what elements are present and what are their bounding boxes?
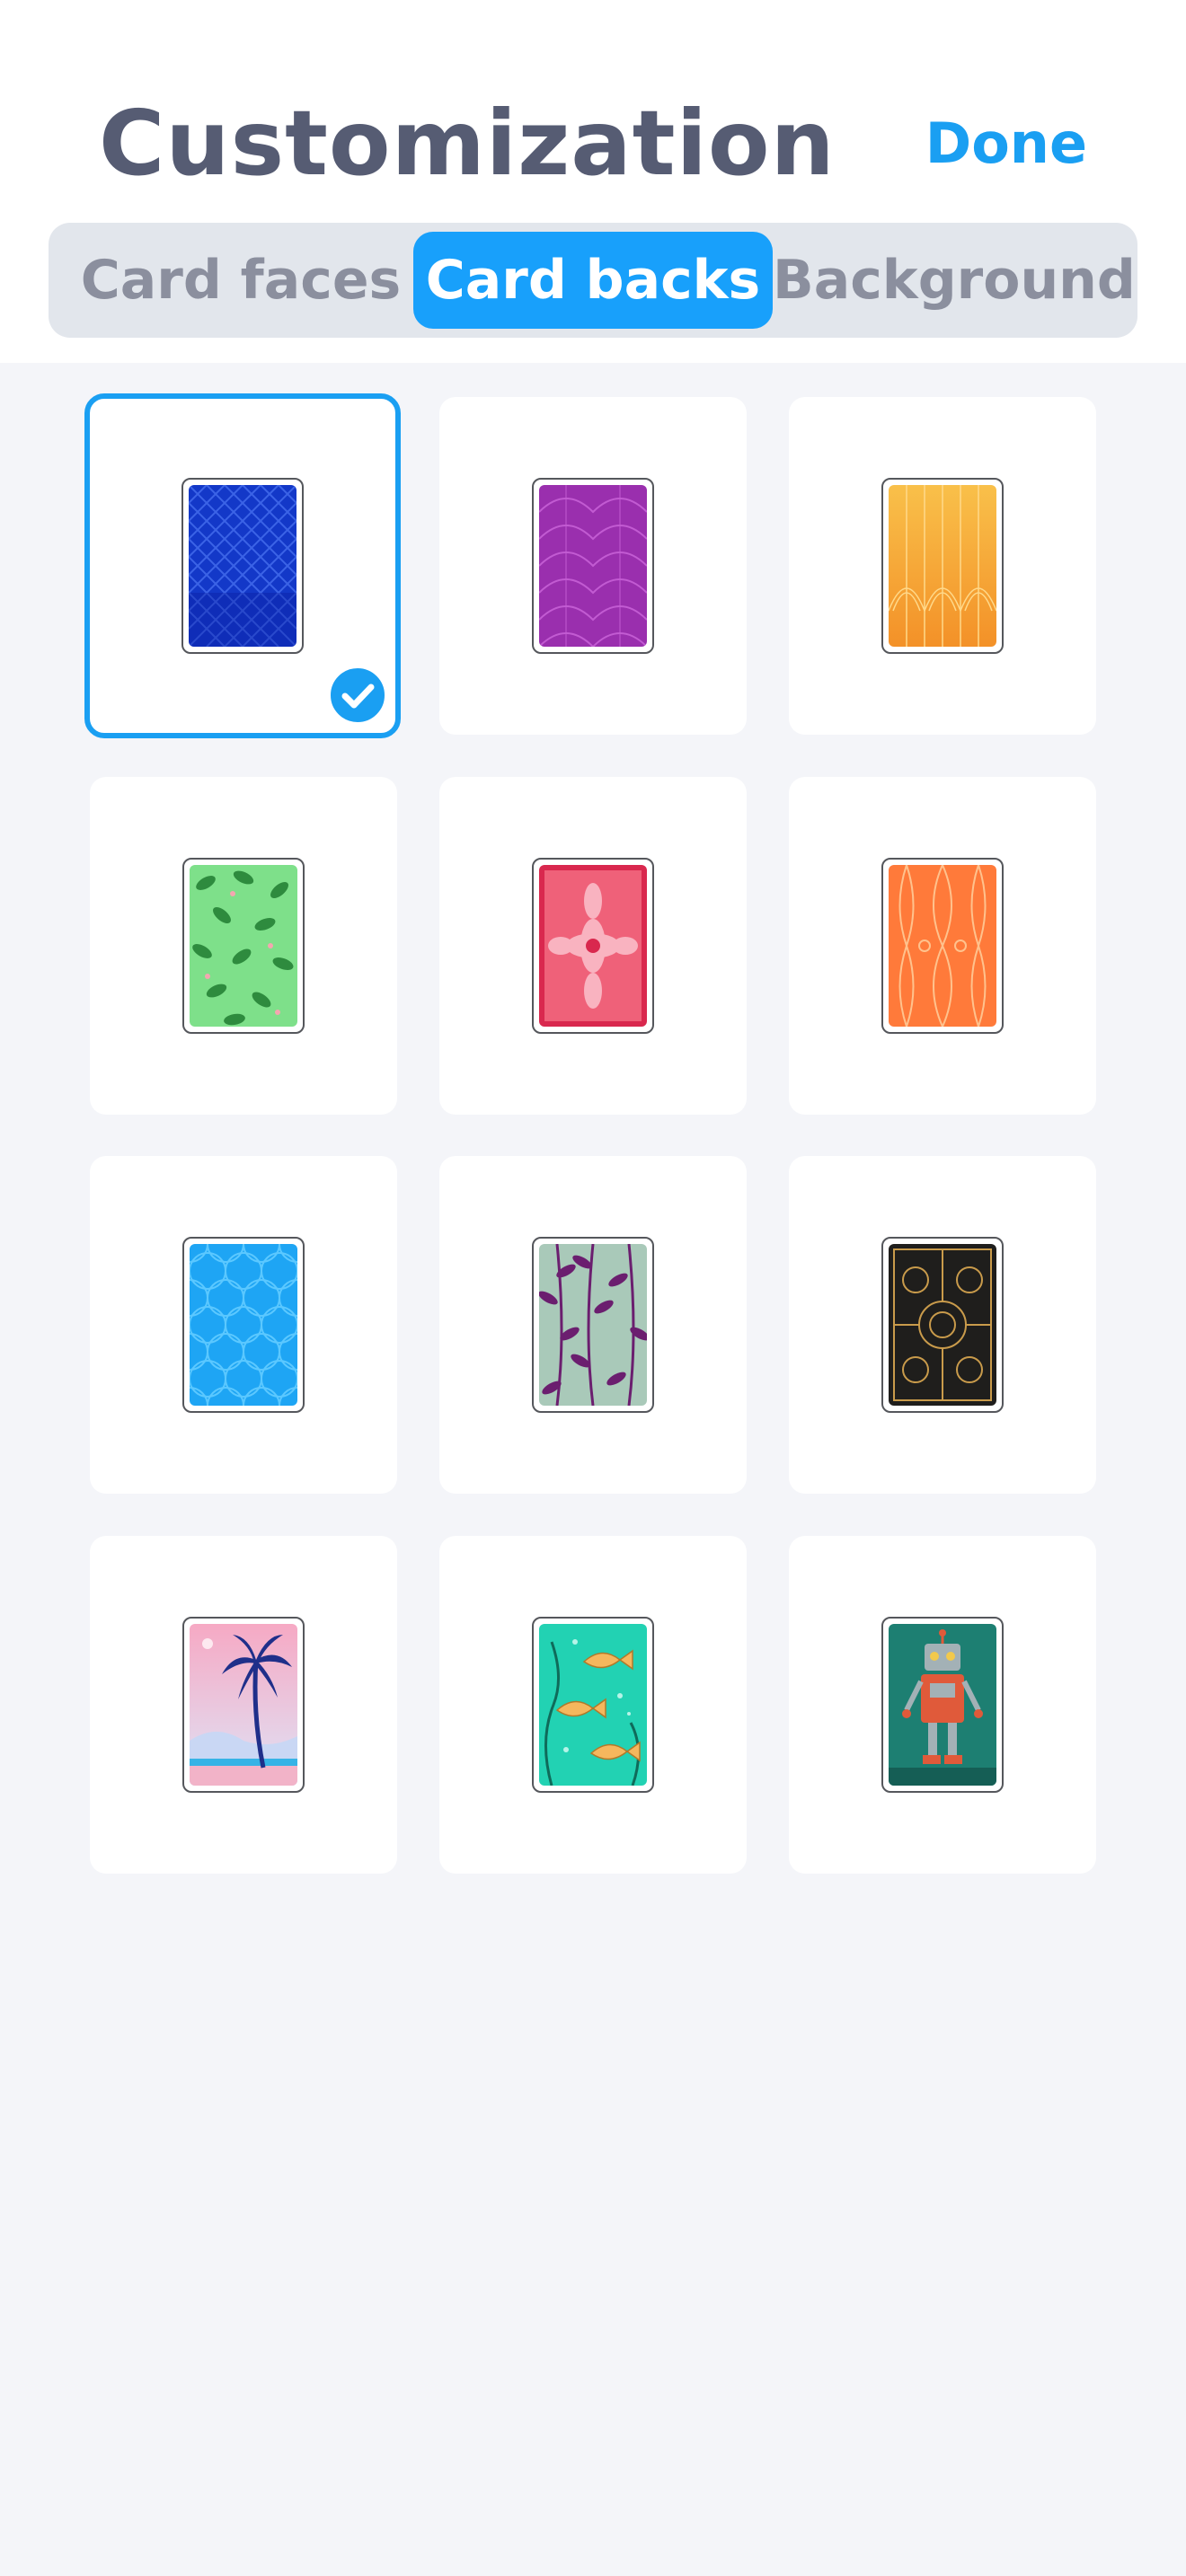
tab-card-faces[interactable]: Card faces [58, 232, 424, 329]
card-back-option-purple-scales[interactable] [439, 397, 747, 735]
card-back-option-blue-diamond[interactable] [84, 393, 401, 738]
card-back-preview [182, 1617, 305, 1793]
card-back-option-purple-vines[interactable] [439, 1156, 747, 1494]
card-back-preview [881, 1617, 1004, 1793]
card-back-preview [532, 1617, 654, 1793]
card-back-option-gold-swirls[interactable] [789, 1156, 1096, 1494]
card-back-option-robot[interactable] [789, 1536, 1096, 1874]
header: Customization Done Card faces Card backs… [0, 0, 1186, 363]
card-back-preview [182, 858, 305, 1034]
card-back-preview [532, 478, 654, 654]
card-back-option-blue-petals[interactable] [90, 1156, 397, 1494]
card-back-option-red-floral[interactable] [439, 777, 747, 1115]
tab-background[interactable]: Background [773, 232, 1136, 329]
card-back-preview [532, 858, 654, 1034]
tab-card-backs[interactable]: Card backs [413, 232, 773, 329]
card-back-preview [181, 478, 304, 654]
card-back-option-palm-sunset[interactable] [90, 1536, 397, 1874]
card-back-option-goldfish[interactable] [439, 1536, 747, 1874]
card-back-preview [881, 1237, 1004, 1413]
card-back-preview [881, 858, 1004, 1034]
done-button[interactable]: Done [925, 108, 1087, 180]
card-back-option-orange-feathers[interactable] [789, 777, 1096, 1115]
selected-check-icon [327, 665, 388, 726]
segmented-control: Card faces Card backs Background [49, 223, 1137, 338]
page-title: Customization [99, 91, 836, 196]
card-back-preview [182, 1237, 305, 1413]
card-back-option-orange-deco[interactable] [789, 397, 1096, 735]
card-back-preview [881, 478, 1004, 654]
card-back-preview [532, 1237, 654, 1413]
card-back-option-green-leaves[interactable] [90, 777, 397, 1115]
